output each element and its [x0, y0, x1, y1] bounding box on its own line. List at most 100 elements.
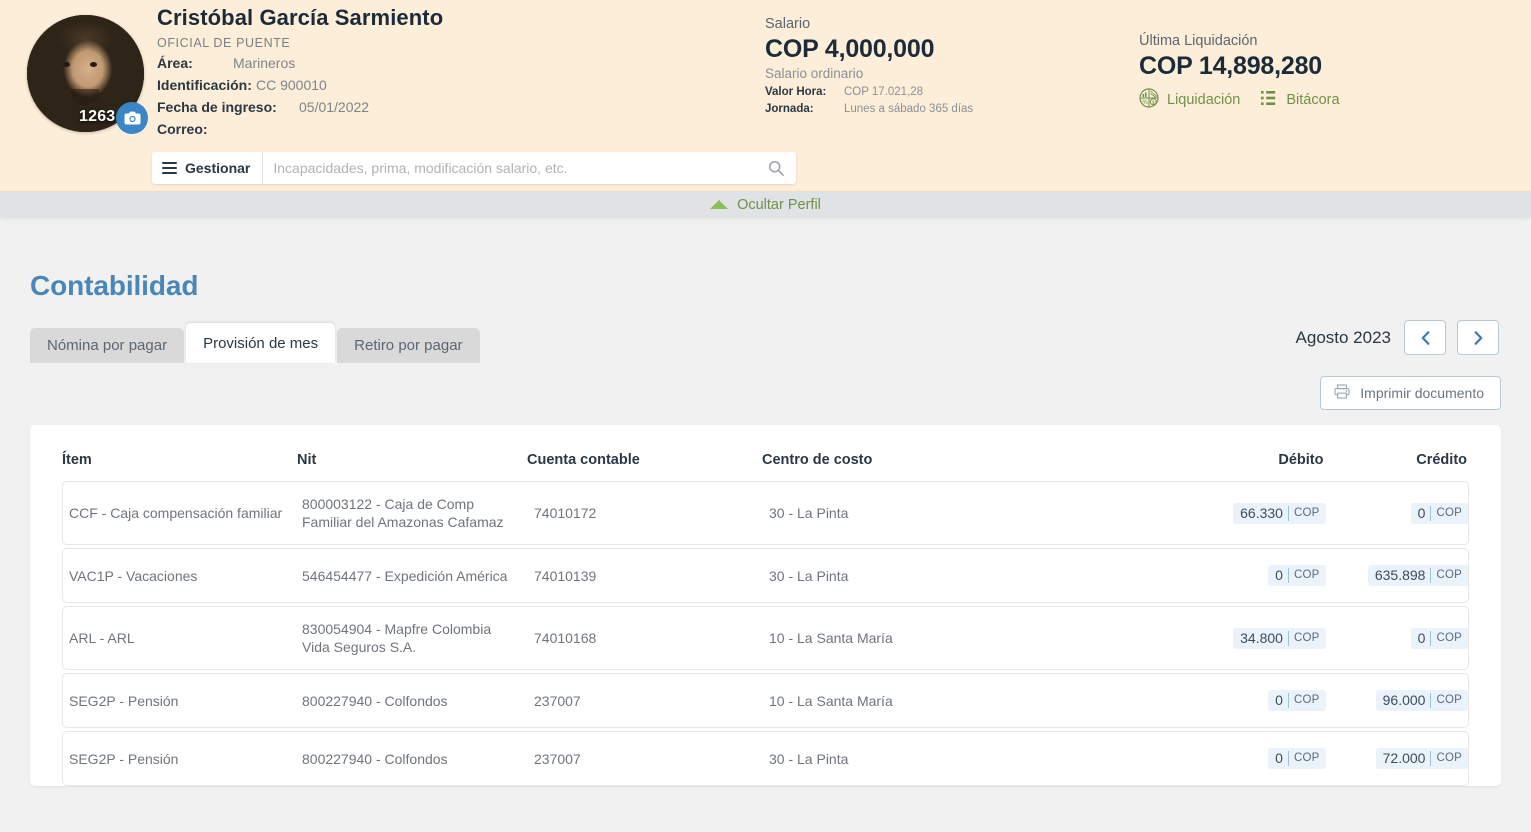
- amount-value: 96.000: [1382, 692, 1426, 708]
- month-navigator: Agosto 2023: [1296, 320, 1499, 355]
- amount-badge: 0 COP: [1410, 502, 1468, 524]
- column-header-account: Cuenta contable: [527, 452, 640, 468]
- currency-label: COP: [1293, 506, 1320, 519]
- cell-item: ARL - ARL: [69, 630, 135, 646]
- amount-separator: [1430, 568, 1432, 583]
- svg-text:$: $: [1152, 100, 1155, 106]
- amount-badge: 34.800 COP: [1233, 627, 1326, 649]
- amount-value: 72.000: [1382, 750, 1426, 766]
- bitacora-link[interactable]: Bitácora: [1260, 89, 1340, 111]
- column-header-credit: Crédito: [1416, 452, 1467, 468]
- table-row[interactable]: SEG2P - Pensión 800227940 - Colfondos 2370…: [62, 673, 1469, 728]
- search-input[interactable]: [263, 152, 756, 184]
- profile-info: Cristóbal García Sarmiento OFICIAL DE PU…: [157, 0, 757, 138]
- tab-retiro-por-pagar[interactable]: Retiro por pagar: [337, 328, 480, 363]
- profile-role: OFICIAL DE PUENTE: [157, 36, 291, 50]
- table-row[interactable]: VAC1P - Vacaciones 546454477 - Expedición…: [62, 548, 1469, 603]
- amount-separator: [1287, 630, 1289, 646]
- print-document-label: Imprimir documento: [1360, 385, 1484, 401]
- salary-amount: COP 4,000,000: [765, 35, 935, 63]
- amount-value: 0: [1275, 750, 1283, 766]
- avatar-employee-number: 1263: [79, 108, 116, 125]
- salary-type: Salario ordinario: [765, 66, 864, 81]
- cell-nit: 800003122 - Caja de Comp Familiar del Am…: [302, 496, 504, 530]
- table-row[interactable]: SEG2P - Pensión 800227940 - Colfondos 2370…: [62, 731, 1469, 786]
- salary-hour-rate-value: COP 17.021,28: [844, 86, 924, 98]
- hamburger-icon: [162, 161, 177, 175]
- salary-hour-rate-label: Valor Hora:: [765, 86, 827, 98]
- cell-debit: 66.330 COP: [1183, 502, 1326, 524]
- cell-cost-center: 10 - La Santa María: [769, 692, 893, 709]
- cell-nit: 800227940 - Colfondos: [302, 692, 448, 709]
- amount-badge: 635.898 COP: [1367, 565, 1468, 586]
- profile-field-area: Área: Marineros: [157, 55, 757, 72]
- tab-provision-de-mes[interactable]: Provisión de mes: [186, 323, 336, 363]
- currency-label: COP: [1436, 506, 1462, 519]
- table-row[interactable]: CCF - Caja compensación familiar 80000312…: [62, 481, 1469, 545]
- amount-separator: [1287, 505, 1289, 521]
- cell-account: 74010168: [534, 630, 597, 646]
- cell-credit: 635.898 COP: [1326, 565, 1468, 586]
- manage-button[interactable]: Gestionar: [152, 152, 264, 184]
- currency-label: COP: [1293, 631, 1320, 644]
- amount-value: 0: [1275, 692, 1283, 708]
- amount-badge: 72.000 COP: [1375, 748, 1468, 769]
- amount-separator: [1287, 568, 1289, 583]
- amount-separator: [1430, 630, 1432, 646]
- cell-cost-center: 30 - La Pinta: [769, 567, 849, 584]
- cell-debit: 34.800 COP: [1183, 627, 1326, 649]
- cell-debit: 0 COP: [1183, 565, 1326, 586]
- salary-block: Salario COP 4,000,000 Salario ordinario …: [765, 16, 973, 115]
- profile-field-correo: Correo:: [157, 121, 757, 138]
- column-header-item: Ítem: [62, 452, 92, 468]
- amount-separator: [1430, 693, 1432, 708]
- hide-profile-toggle[interactable]: Ocultar Perfil: [0, 191, 1531, 217]
- settlement-links: % $ Liquidación Bitácora: [1139, 88, 1340, 112]
- svg-text:%: %: [1142, 99, 1148, 106]
- amount-value: 34.800: [1240, 629, 1283, 646]
- cell-account: 237007: [534, 750, 581, 767]
- cell-item: CCF - Caja compensación familiar: [69, 505, 283, 521]
- manage-button-label: Gestionar: [185, 160, 251, 176]
- next-month-button[interactable]: [1457, 320, 1499, 355]
- tab-nomina-por-pagar[interactable]: Nómina por pagar: [30, 328, 185, 363]
- profile-field-fecha-ingreso-label: Fecha de ingreso:: [157, 99, 277, 115]
- column-header-nit: Nit: [297, 452, 317, 468]
- cell-nit: 546454477 - Expedición América: [302, 567, 508, 584]
- camera-icon[interactable]: [116, 102, 148, 134]
- currency-label: COP: [1293, 569, 1320, 581]
- salary-shift: Jornada: Lunes a sábado 365 días: [765, 103, 973, 115]
- page-title: Contabilidad: [30, 270, 199, 301]
- table-body: CCF - Caja compensación familiar 80000312…: [62, 481, 1469, 786]
- search-icon[interactable]: [756, 152, 796, 184]
- currency-label: COP: [1436, 752, 1462, 764]
- print-row: Imprimir documento: [30, 376, 1501, 410]
- salary-shift-label: Jornada:: [765, 103, 814, 115]
- main-content: Contabilidad Agosto 2023 Nómina por paga…: [0, 217, 1531, 832]
- cell-item: SEG2P - Pensión: [69, 750, 179, 767]
- profile-field-correo-label: Correo:: [157, 121, 208, 137]
- cell-nit: 830054904 - Mapfre Colombia Vida Seguros…: [302, 621, 492, 655]
- cell-debit: 0 COP: [1183, 748, 1326, 769]
- profile-field-identificacion: Identificación: CC 900010: [157, 77, 757, 94]
- tab-bar: Nómina por pagar Provisión de mes Retiro…: [30, 323, 1501, 363]
- print-document-button[interactable]: Imprimir documento: [1320, 376, 1501, 410]
- amount-value: 66.330: [1240, 504, 1283, 521]
- previous-month-button[interactable]: [1404, 320, 1446, 355]
- currency-label: COP: [1436, 631, 1462, 644]
- liquidacion-link[interactable]: % $ Liquidación: [1139, 88, 1240, 112]
- cell-nit: 800227940 - Colfondos: [302, 750, 448, 767]
- amount-value: 0: [1417, 629, 1426, 646]
- amount-separator: [1430, 505, 1432, 521]
- report-icon: % $: [1139, 88, 1159, 112]
- current-month-label: Agosto 2023: [1295, 327, 1391, 347]
- printer-icon: [1334, 384, 1350, 402]
- currency-label: COP: [1436, 569, 1462, 581]
- cell-cost-center: 30 - La Pinta: [769, 505, 849, 521]
- amount-badge: 0 COP: [1410, 627, 1468, 649]
- amount-badge: 0 COP: [1268, 690, 1326, 711]
- amount-badge: 0 COP: [1268, 748, 1326, 769]
- cell-credit: 0 COP: [1326, 502, 1468, 524]
- table-row[interactable]: ARL - ARL 830054904 - Mapfre Colombia Vid…: [62, 606, 1469, 670]
- list-icon: [1260, 89, 1278, 111]
